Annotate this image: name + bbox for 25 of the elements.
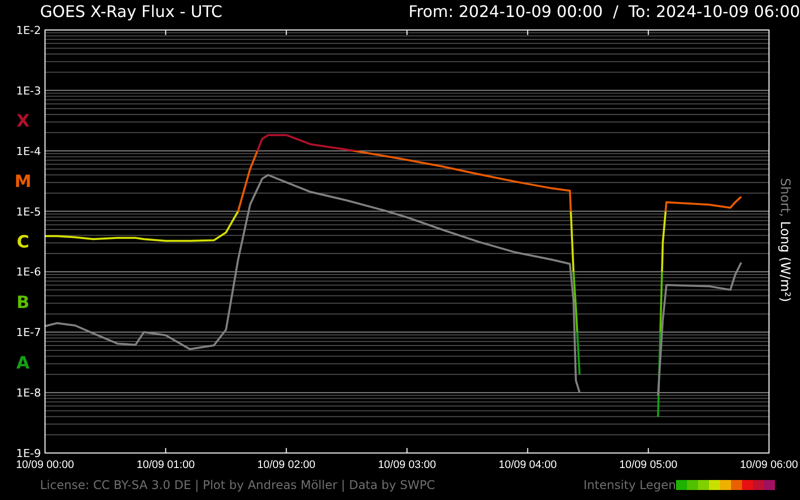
x-tick-label: 10/09 03:00 (378, 459, 436, 470)
x-tick-label: 10/09 05:00 (619, 459, 678, 470)
x-tick-label: 10/09 06:00 (740, 459, 798, 470)
flare-class-label: X (16, 112, 30, 132)
axis-title: Short, Long (W/m²) (777, 178, 792, 302)
credits-text: License: CC BY-SA 3.0 DE | Plot by Andreas Möller | Data by SWPC (40, 477, 436, 494)
date-range: From: 2024-10-09 00:00 / To: 2024-10-09 06:00 (408, 2, 800, 22)
flare-class-label: M (14, 172, 32, 192)
y-tick-label: 1E-5 (16, 205, 41, 218)
x-tick-label: 10/09 04:00 (498, 459, 557, 470)
y-tick-label: 1E-8 (16, 386, 41, 400)
chart-title: GOES X-Ray Flux - UTC (40, 2, 222, 22)
y-tick-label: 1E-4 (16, 144, 41, 158)
flare-class-label: A (16, 353, 30, 374)
x-tick-label: 10/09 02:00 (257, 459, 316, 470)
flare-class-label: B (16, 292, 30, 313)
y-tick-label: 1E-9 (16, 447, 41, 460)
y-tick-label: 1E-7 (16, 326, 41, 340)
y-tick-label: 1E-6 (16, 266, 41, 279)
y-tick-label: 1E-2 (16, 24, 41, 37)
legend-label: Intensity Legen (583, 477, 676, 494)
y-tick-label: 1E-3 (16, 84, 41, 98)
flare-class-label: C (16, 232, 30, 252)
x-tick-label: 10/09 01:00 (136, 459, 195, 470)
x-tick-label: 10/09 00:00 (16, 459, 74, 470)
